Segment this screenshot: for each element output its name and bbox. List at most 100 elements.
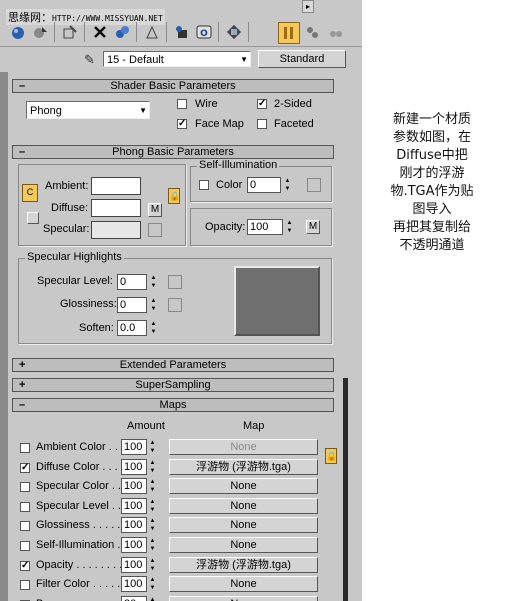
spinner-arrows-icon[interactable]: ▲▼ [148, 478, 157, 494]
map-slot-button[interactable]: None [169, 478, 318, 495]
assign-to-selection-icon[interactable] [60, 22, 80, 42]
put-to-library-icon[interactable] [142, 22, 162, 42]
map-amount-spinner[interactable]: 100 ▲ ▼ [121, 478, 157, 495]
map-amount-spinner[interactable]: 100 ▲ ▼ [121, 517, 157, 534]
map-enable-checkbox[interactable] [20, 501, 30, 512]
self-illum-value[interactable]: 0 [247, 177, 281, 193]
pick-material-eyedropper-icon[interactable]: ✎ [84, 52, 95, 68]
map-slot-button[interactable]: None [169, 595, 318, 601]
lock-ambient-diffuse-icon[interactable]: C [22, 184, 38, 202]
ambient-color-swatch[interactable] [91, 177, 141, 195]
map-slot-button[interactable]: None [169, 576, 318, 593]
map-slot-button[interactable]: None [169, 439, 318, 455]
spinner-arrows-icon[interactable]: ▲▼ [148, 537, 157, 553]
map-amount-spinner[interactable]: 30▲▼ [121, 595, 157, 601]
map-enable-checkbox[interactable]: ✓ [20, 462, 30, 473]
map-amount-value[interactable]: 100 [121, 458, 147, 475]
make-unique-icon[interactable] [112, 22, 132, 42]
spinner-arrows-icon[interactable]: ▲▼ [148, 576, 157, 592]
two-sided-checkbox[interactable]: ✓ [257, 99, 267, 109]
specular-level-value[interactable]: 0 [117, 274, 147, 290]
opacity-spinner[interactable]: 100 ▲ ▼ [247, 219, 295, 235]
spinner-arrows-icon[interactable]: ▲▼ [149, 320, 158, 336]
specular-color-swatch[interactable] [91, 221, 141, 239]
map-amount-value[interactable]: 100 [121, 497, 147, 514]
rollout-extended-parameters[interactable]: + Extended Parameters [12, 358, 334, 372]
map-amount-value[interactable]: 100 [121, 537, 147, 553]
specular-level-spinner[interactable]: 0 ▲ ▼ [117, 274, 159, 290]
opacity-value[interactable]: 100 [247, 219, 283, 235]
soften-spinner[interactable]: 0.0 ▲ ▼ [117, 320, 159, 336]
spinner-arrows-icon[interactable]: ▲▼ [148, 596, 157, 601]
map-slot-button[interactable]: 浮游物 (浮游物.tga) [169, 458, 318, 475]
diffuse-color-swatch[interactable] [91, 199, 141, 217]
scroll-up-icon[interactable]: ▸ [302, 0, 314, 13]
faceted-checkbox[interactable] [257, 119, 267, 129]
diffuse-map-button[interactable]: M [148, 203, 162, 217]
lock-diffuse-specular-icon[interactable] [27, 212, 39, 224]
map-slot-button[interactable]: None [169, 517, 318, 534]
face-map-checkbox[interactable]: ✓ [177, 119, 187, 129]
lock-icon[interactable]: 🔒 [168, 188, 180, 204]
rollout-maps[interactable]: – Maps [12, 398, 334, 412]
rollout-supersampling[interactable]: + SuperSampling [12, 378, 334, 392]
spinner-arrows-icon[interactable]: ▲▼ [148, 557, 157, 573]
map-enable-checkbox[interactable] [20, 482, 30, 493]
spinner-arrows-icon[interactable]: ▲▼ [148, 439, 157, 455]
self-illum-color-checkbox[interactable] [199, 180, 209, 190]
map-amount-spinner[interactable]: 100 ▲ ▼ [121, 537, 157, 553]
map-amount-value[interactable]: 100 [121, 478, 147, 495]
spinner-arrows-icon[interactable]: ▲▼ [285, 219, 294, 235]
go-to-parent-icon[interactable] [302, 22, 322, 42]
material-type-button[interactable]: Standard [258, 50, 346, 68]
map-enable-checkbox[interactable] [20, 443, 30, 453]
map-slot-button[interactable]: 浮游物 (浮游物.tga) [169, 556, 318, 573]
map-lock-icon[interactable]: 🔒 [325, 448, 337, 464]
rollout-phong-basic[interactable]: – Phong Basic Parameters [12, 145, 334, 159]
specular-map-button[interactable] [148, 223, 162, 237]
self-illum-map-button[interactable] [307, 178, 321, 192]
spinner-arrows-icon[interactable]: ▲▼ [283, 177, 292, 193]
spinner-arrows-icon[interactable]: ▲▼ [148, 498, 157, 514]
glossiness-map-button[interactable] [168, 298, 182, 312]
put-to-scene-icon[interactable] [30, 22, 50, 42]
material-id-icon[interactable] [172, 22, 192, 42]
map-amount-value[interactable]: 100 [121, 517, 147, 534]
wire-checkbox[interactable] [177, 99, 187, 109]
get-material-icon[interactable] [8, 22, 28, 42]
show-end-result-icon[interactable] [224, 22, 244, 42]
map-enable-checkbox[interactable] [20, 541, 30, 551]
map-amount-spinner[interactable]: 100 ▲ ▼ [121, 556, 157, 573]
map-slot-button[interactable]: None [169, 537, 318, 553]
map-slot-button[interactable]: None [169, 497, 318, 514]
self-illum-spinner[interactable]: 0 ▲ ▼ [247, 177, 293, 193]
map-amount-value[interactable]: 100 [121, 556, 147, 573]
spinner-arrows-icon[interactable]: ▲▼ [148, 459, 157, 475]
shader-type-dropdown[interactable]: Phong ▼ [26, 101, 150, 119]
map-amount-value[interactable]: 30 [121, 595, 147, 601]
map-amount-spinner[interactable]: 100 ▲ ▼ [121, 439, 157, 455]
map-enable-checkbox[interactable]: ✓ [20, 560, 30, 571]
specular-level-map-button[interactable] [168, 275, 182, 289]
map-enable-checkbox[interactable] [20, 580, 30, 591]
map-amount-spinner[interactable]: 100 ▲ ▼ [121, 576, 157, 593]
map-enable-checkbox[interactable] [20, 521, 30, 532]
spinner-arrows-icon[interactable]: ▲▼ [149, 297, 158, 313]
reset-map-icon[interactable] [90, 22, 110, 42]
soften-value[interactable]: 0.0 [117, 320, 147, 336]
rollout-shader-basic[interactable]: – Shader Basic Parameters [12, 79, 334, 93]
show-background-icon[interactable] [278, 22, 300, 44]
spinner-arrows-icon[interactable]: ▲▼ [148, 517, 157, 533]
show-map-icon[interactable]: O [194, 22, 214, 42]
go-forward-icon[interactable] [326, 22, 346, 42]
note-line: 刚才的浮游 [399, 166, 465, 181]
opacity-map-button[interactable]: M [306, 220, 320, 234]
glossiness-value[interactable]: 0 [117, 297, 147, 313]
map-amount-spinner[interactable]: 100 ▲ ▼ [121, 458, 157, 475]
map-amount-spinner[interactable]: 100 ▲ ▼ [121, 497, 157, 514]
spinner-arrows-icon[interactable]: ▲▼ [149, 274, 158, 290]
map-amount-value[interactable]: 100 [121, 576, 147, 593]
glossiness-spinner[interactable]: 0 ▲ ▼ [117, 297, 159, 313]
material-name-field[interactable]: 15 - Default ▼ [103, 51, 251, 67]
map-amount-value[interactable]: 100 [121, 439, 147, 455]
